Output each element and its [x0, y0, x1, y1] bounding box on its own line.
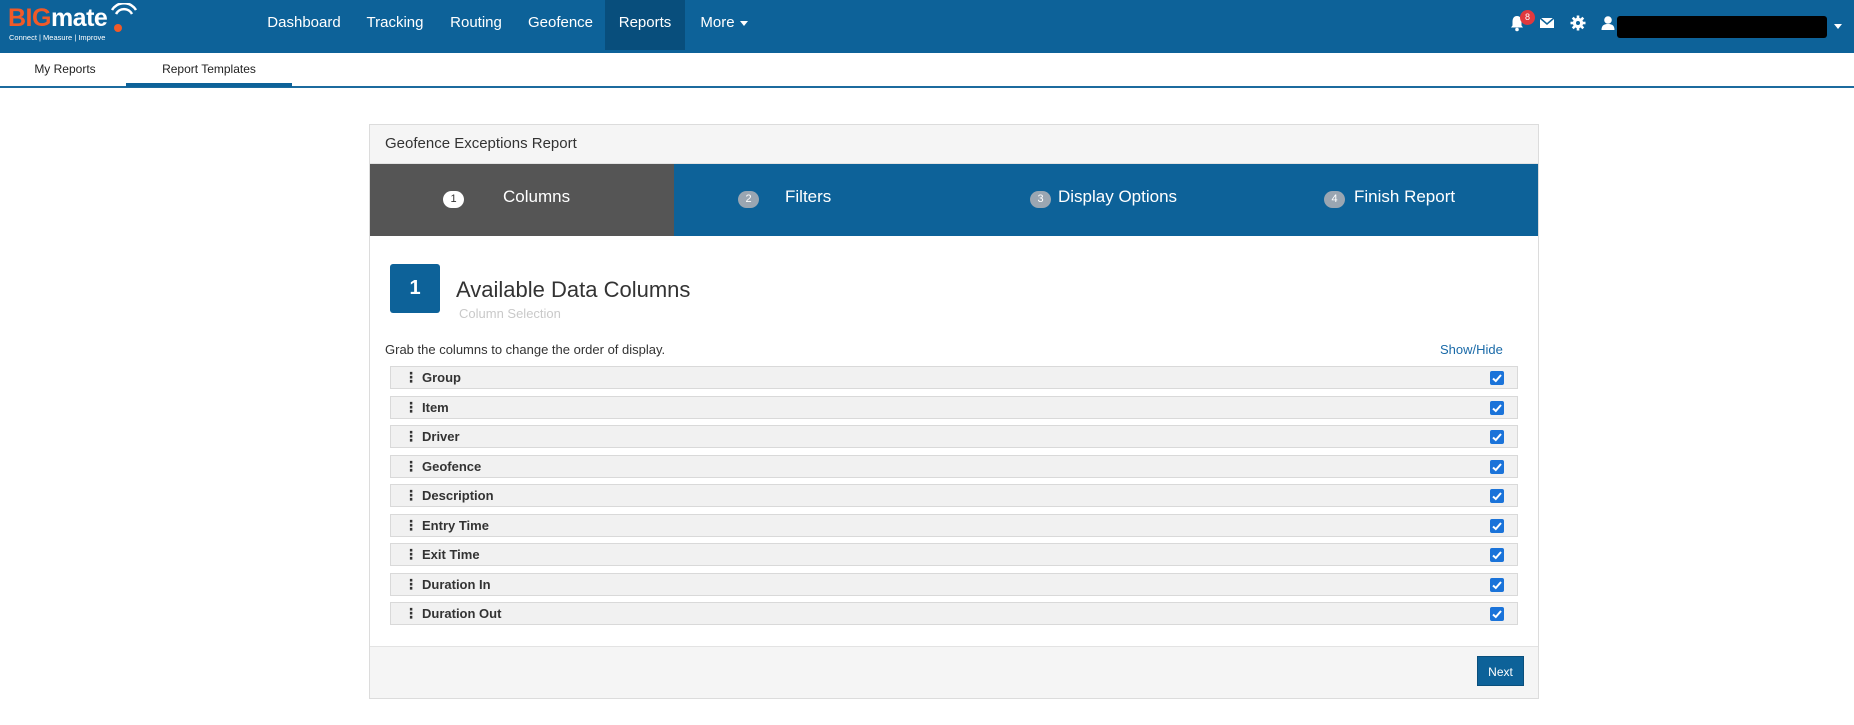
logo-tagline: Connect | Measure | Improve — [9, 33, 106, 42]
drag-handle-icon[interactable]: ⋮ — [404, 546, 418, 563]
column-row-geofence[interactable]: ⋮ Geofence — [390, 454, 1518, 478]
step-finish-report[interactable]: 4 Finish Report — [1250, 164, 1538, 236]
drag-handle-icon[interactable]: ⋮ — [404, 576, 418, 593]
panel-header: Geofence Exceptions Report — [370, 125, 1538, 164]
column-row-entry-time[interactable]: ⋮ Entry Time — [390, 513, 1518, 537]
top-navbar: BIGmate Connect | Measure | Improve Dash… — [0, 0, 1854, 53]
column-row-item[interactable]: ⋮ Item — [390, 395, 1518, 419]
tab-my-reports[interactable]: My Reports — [17, 53, 113, 86]
nav-geofence[interactable]: Geofence — [518, 0, 603, 50]
step-number: 1 — [443, 191, 464, 208]
step-label: Filters — [785, 187, 832, 206]
step-number: 3 — [1030, 191, 1051, 208]
column-label: Exit Time — [422, 547, 480, 562]
nav-reports[interactable]: Reports — [605, 0, 685, 50]
checkmark-icon — [1492, 462, 1502, 471]
column-checkbox[interactable] — [1490, 607, 1504, 621]
notification-badge: 8 — [1520, 10, 1535, 25]
chevron-down-icon — [739, 20, 748, 26]
user-icon[interactable] — [1599, 14, 1617, 32]
nav-more[interactable]: More — [690, 0, 758, 50]
step-label: Columns — [503, 187, 571, 206]
step-display-options[interactable]: 3 Display Options — [962, 164, 1250, 236]
show-hide-link[interactable]: Show/Hide — [1440, 342, 1503, 357]
user-menu-chevron-down-icon[interactable] — [1834, 24, 1842, 29]
reorder-hint: Grab the columns to change the order of … — [385, 342, 666, 357]
column-row-duration-in[interactable]: ⋮ Duration In — [390, 572, 1518, 596]
checkmark-icon — [1492, 551, 1502, 560]
logo-signal-icon — [110, 3, 138, 32]
step-number: 2 — [738, 191, 759, 208]
column-row-group[interactable]: ⋮ Group — [390, 366, 1518, 389]
column-label: Driver — [422, 429, 460, 444]
column-checkbox[interactable] — [1490, 371, 1504, 385]
checkmark-icon — [1492, 521, 1502, 530]
drag-handle-icon[interactable]: ⋮ — [404, 399, 418, 416]
nav-dashboard[interactable]: Dashboard — [258, 0, 350, 50]
column-label: Duration In — [422, 576, 491, 592]
step-label: Display Options — [1058, 187, 1178, 206]
column-label: Item — [422, 399, 449, 415]
nav-more-label: More — [700, 14, 735, 31]
report-subtabs: My Reports Report Templates — [0, 53, 1854, 88]
drag-handle-icon[interactable]: ⋮ — [404, 428, 418, 445]
drag-handle-icon[interactable]: ⋮ — [404, 605, 418, 622]
column-checkbox[interactable] — [1490, 489, 1504, 503]
wizard-steps: 1 Columns 2 Filters 3 Display Options 4 … — [370, 164, 1538, 236]
checkmark-icon — [1492, 403, 1502, 412]
checkmark-icon — [1492, 374, 1502, 383]
nav-routing[interactable]: Routing — [440, 0, 512, 50]
next-button[interactable]: Next — [1477, 656, 1524, 686]
column-label: Group — [422, 370, 461, 385]
column-checkbox[interactable] — [1490, 459, 1504, 474]
column-row-driver[interactable]: ⋮ Driver — [390, 425, 1518, 448]
column-row-duration-out[interactable]: ⋮ Duration Out — [390, 602, 1518, 625]
column-checkbox[interactable] — [1490, 548, 1504, 562]
logo-big-text: BIG — [8, 4, 51, 32]
user-name-redacted[interactable] — [1617, 16, 1827, 38]
column-row-description[interactable]: ⋮ Description — [390, 484, 1518, 507]
column-label: Geofence — [422, 458, 482, 474]
drag-handle-icon[interactable]: ⋮ — [404, 369, 418, 386]
step-number: 4 — [1324, 191, 1345, 208]
logo-wordmark: BIGmate — [8, 3, 108, 33]
column-checkbox[interactable] — [1490, 518, 1504, 533]
column-label: Description — [422, 488, 494, 503]
column-checkbox[interactable] — [1490, 430, 1504, 444]
envelope-icon[interactable] — [1538, 14, 1556, 32]
report-title: Geofence Exceptions Report — [385, 135, 577, 152]
drag-handle-icon[interactable]: ⋮ — [404, 517, 418, 534]
logo-mate-text: mate — [50, 4, 108, 32]
gear-icon[interactable] — [1569, 14, 1587, 32]
checkmark-icon — [1492, 580, 1502, 589]
checkmark-icon — [1492, 433, 1502, 442]
column-label: Entry Time — [422, 517, 489, 533]
step-filters[interactable]: 2 Filters — [674, 164, 962, 236]
checkmark-icon — [1492, 610, 1502, 619]
report-wizard-panel: Geofence Exceptions Report 1 Columns 2 F… — [369, 124, 1539, 699]
panel-footer: Next — [370, 646, 1538, 698]
checkmark-icon — [1492, 492, 1502, 501]
section-subtitle: Column Selection — [459, 306, 561, 321]
bigmate-logo[interactable]: BIGmate Connect | Measure | Improve — [8, 3, 138, 45]
column-checkbox[interactable] — [1490, 577, 1504, 592]
nav-tracking[interactable]: Tracking — [356, 0, 434, 50]
tab-report-templates[interactable]: Report Templates — [126, 53, 292, 87]
section-number-badge: 1 — [390, 264, 440, 313]
step-columns[interactable]: 1 Columns — [370, 164, 674, 236]
step-label: Finish Report — [1354, 187, 1456, 206]
drag-handle-icon[interactable]: ⋮ — [404, 458, 418, 475]
column-label: Duration Out — [422, 606, 502, 621]
drag-handle-icon[interactable]: ⋮ — [404, 487, 418, 504]
section-title: Available Data Columns — [456, 277, 691, 302]
column-row-exit-time[interactable]: ⋮ Exit Time — [390, 543, 1518, 566]
column-checkbox[interactable] — [1490, 400, 1504, 415]
